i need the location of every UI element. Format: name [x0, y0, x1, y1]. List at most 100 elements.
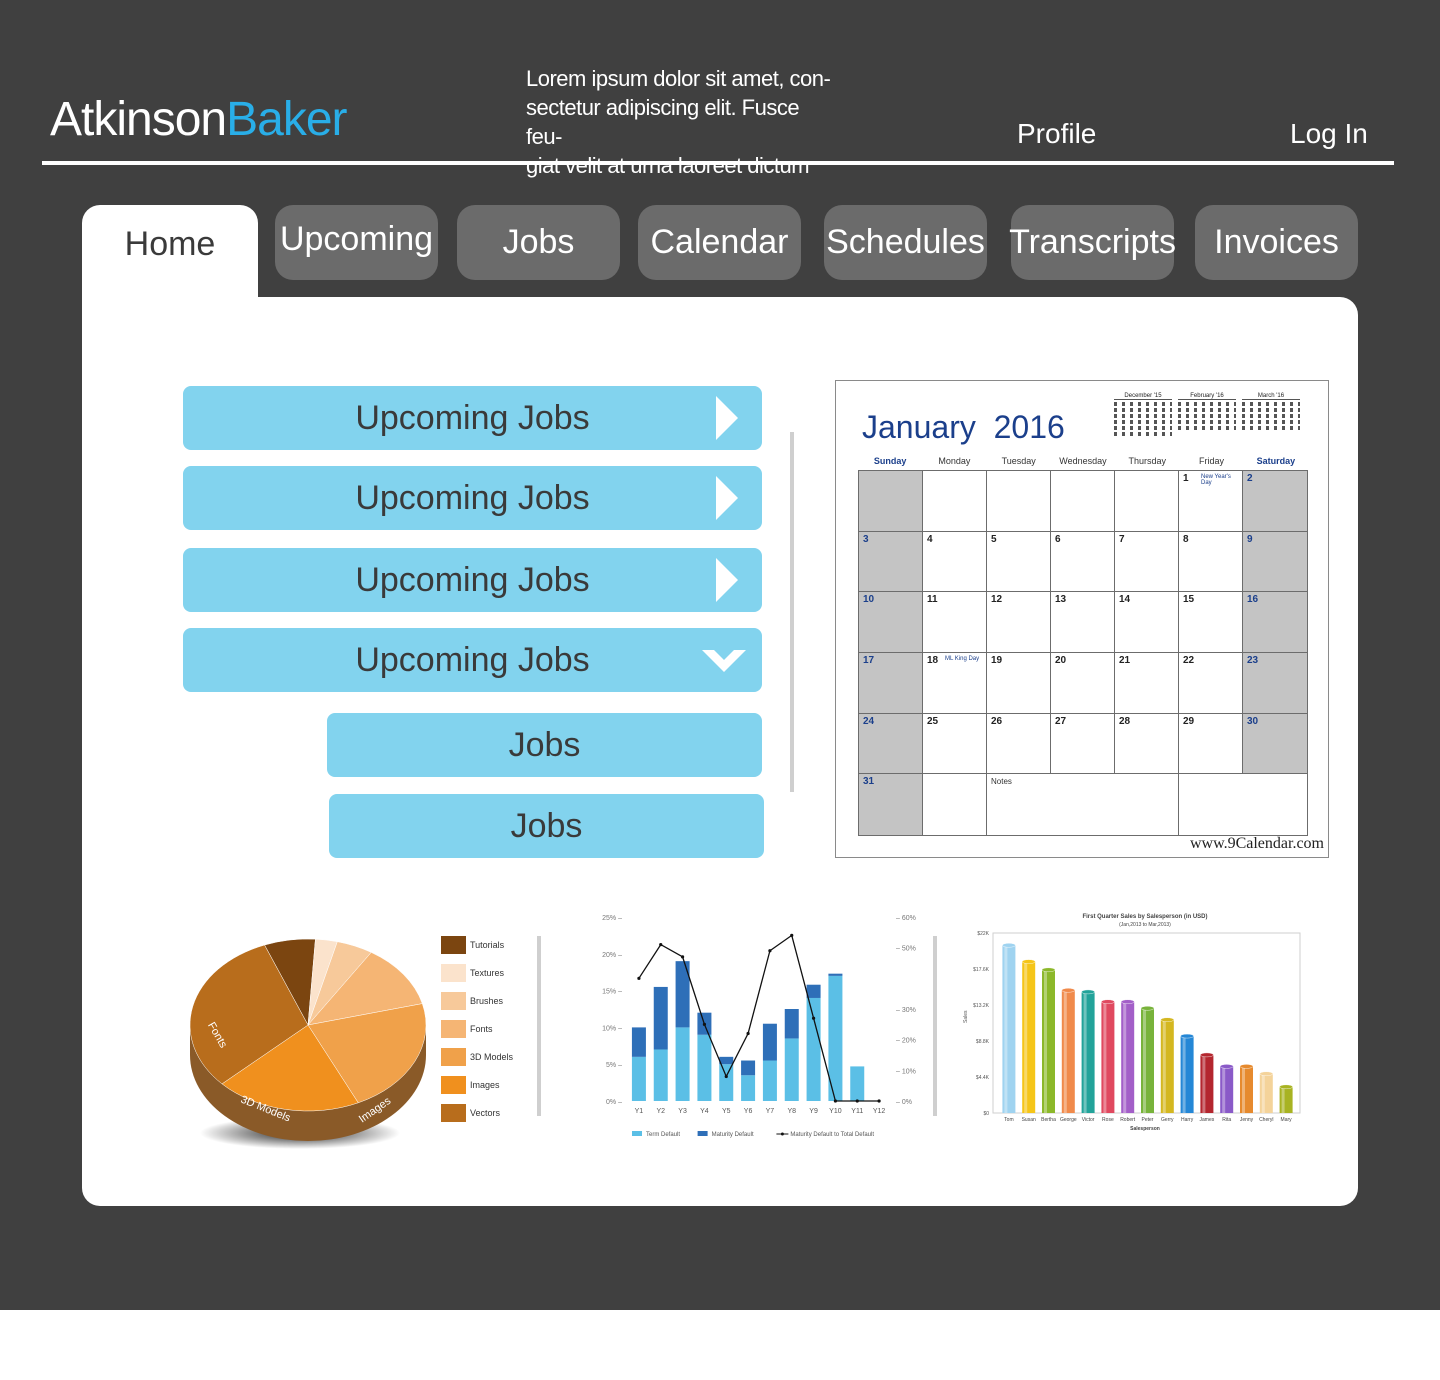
calendar-day-cell[interactable]: 16 — [1243, 592, 1307, 653]
calendar-day-cell[interactable]: 27 — [1051, 713, 1115, 775]
pie-legend-item: Vectors — [441, 1104, 500, 1122]
day-name: Sunday — [873, 456, 907, 466]
upcoming-jobs-item[interactable]: Upcoming Jobs — [183, 386, 762, 450]
bar-highlight — [1083, 991, 1087, 1113]
calendar-day-cell[interactable]: 3 — [859, 531, 923, 593]
mini-month-title: December '15 — [1114, 393, 1172, 400]
calendar-day-cell[interactable] — [923, 471, 987, 532]
day-number: 12 — [991, 594, 1003, 606]
line-point — [680, 955, 685, 959]
calendar-day-cell[interactable]: 30 — [1243, 713, 1307, 775]
divider — [933, 936, 937, 1116]
tab-calendar[interactable]: Calendar — [638, 205, 801, 280]
tab-home[interactable]: Home — [82, 205, 258, 305]
calendar-day-cell[interactable]: 24 — [859, 713, 923, 775]
y-tick-label: 15% – — [602, 989, 622, 996]
header-divider — [42, 161, 1394, 165]
tagline-line1: Lorem ipsum dolor sit amet, con- — [526, 66, 831, 91]
tab-schedules[interactable]: Schedules — [824, 205, 987, 280]
legend-label: Textures — [470, 968, 505, 978]
calendar-day-cell[interactable]: 12 — [987, 592, 1051, 653]
bar-term-default — [697, 1034, 712, 1101]
jobs-subitem[interactable]: Jobs — [329, 794, 764, 858]
calendar-day-cell[interactable] — [987, 471, 1051, 532]
calendar-day-cell[interactable]: 4 — [923, 531, 987, 593]
login-link[interactable]: Log In — [1290, 118, 1368, 150]
calendar-day-cell[interactable]: 23 — [1243, 653, 1307, 714]
calendar-day-cell[interactable]: 19 — [987, 653, 1051, 714]
subitem-label: Jobs — [508, 725, 581, 764]
calendar-day-cell[interactable]: 25 — [923, 713, 987, 775]
list-item-label: Upcoming Jobs — [355, 640, 590, 679]
calendar-day-cell[interactable] — [859, 471, 923, 532]
tagline-line3: giat velit at urna laoreet dictum — [526, 153, 810, 178]
line-point — [855, 1099, 859, 1103]
bar-maturity-default — [828, 973, 843, 976]
legend-swatch — [441, 1048, 466, 1066]
upcoming-jobs-item[interactable]: Upcoming Jobs — [183, 466, 762, 530]
calendar-day-cell[interactable]: 9 — [1243, 531, 1307, 593]
upcoming-jobs-item-expanded[interactable]: Upcoming Jobs — [183, 628, 762, 692]
upcoming-jobs-item[interactable]: Upcoming Jobs — [183, 548, 762, 612]
bar-cap — [1220, 1064, 1234, 1069]
calendar-day-cell[interactable]: 11 — [923, 592, 987, 653]
legend-swatch — [632, 1131, 642, 1136]
calendar-day-cell[interactable]: 1 New Year's Day — [1179, 471, 1243, 532]
calendar-widget[interactable]: January 2016 December '15 February '16 M… — [835, 380, 1329, 858]
calendar-day-cell[interactable]: 10 — [859, 592, 923, 653]
calendar-day-cell[interactable]: 8 — [1179, 531, 1243, 593]
x-tick-label: Y2 — [656, 1108, 665, 1115]
tab-transcripts[interactable]: Transcripts — [1009, 205, 1176, 280]
calendar-day-cell[interactable]: 22 — [1179, 653, 1243, 714]
calendar-day-cell[interactable]: 31 — [859, 774, 923, 835]
line-point — [659, 943, 663, 947]
calendar-day-cell[interactable]: 6 — [1051, 531, 1115, 593]
calendar-day-cell[interactable]: 20 — [1051, 653, 1115, 714]
sales-bar — [1002, 945, 1016, 1113]
legend-label: Vectors — [470, 1108, 501, 1118]
day-number: 30 — [1247, 715, 1259, 727]
list-scrollbar[interactable] — [790, 432, 794, 792]
logo[interactable]: AtkinsonBaker — [50, 92, 348, 147]
calendar-day-cell[interactable]: 5 — [987, 531, 1051, 593]
calendar-day-cell[interactable]: 13 — [1051, 592, 1115, 653]
tab-jobs[interactable]: Jobs — [457, 205, 620, 280]
day-number: 17 — [863, 655, 875, 666]
logo-part1: Atkinson — [50, 93, 227, 146]
tab-invoices[interactable]: Invoices — [1195, 205, 1358, 280]
calendar-day-cell[interactable]: 18 ML King Day — [923, 653, 987, 714]
y2-tick-label: – 60% — [896, 915, 916, 922]
tab-upcoming[interactable]: Upcoming — [275, 205, 438, 280]
sales-bar — [1061, 990, 1075, 1113]
pie-legend-item: Tutorials — [441, 936, 504, 954]
day-number: 15 — [1183, 594, 1195, 606]
calendar-day-cell[interactable]: 26 — [987, 713, 1051, 775]
day-name: Wednesday — [1059, 456, 1107, 466]
calendar-day-cell[interactable]: 7 — [1115, 531, 1179, 593]
y-tick-label: 10% – — [602, 1025, 622, 1032]
profile-link[interactable]: Profile — [1017, 118, 1096, 150]
day-number: 14 — [1119, 594, 1131, 606]
pie-legend-item: Images — [441, 1076, 500, 1094]
calendar-day-cell[interactable]: 15 — [1179, 592, 1243, 653]
calendar-day-cell[interactable] — [1051, 471, 1115, 532]
calendar-day-cell[interactable]: 28 — [1115, 713, 1179, 775]
calendar-day-cell[interactable]: 17 — [859, 653, 923, 714]
jobs-subitem[interactable]: Jobs — [327, 713, 762, 777]
calendar-day-cell[interactable]: 14 — [1115, 592, 1179, 653]
calendar-day-cell[interactable] — [923, 774, 987, 835]
calendar-notes[interactable]: Notes — [987, 774, 1179, 835]
day-number: 7 — [1119, 533, 1125, 545]
day-number: 26 — [991, 715, 1003, 727]
holiday-label: New Year's Day — [1201, 474, 1231, 486]
bar-cap — [1200, 1052, 1214, 1058]
calendar-day-cell[interactable]: 2 — [1243, 471, 1307, 532]
x-tick-label: James — [1200, 1117, 1215, 1123]
legend-swatch — [697, 1131, 708, 1136]
calendar-day-cell[interactable]: 29 — [1179, 713, 1243, 775]
calendar-day-cell[interactable]: 21 — [1115, 653, 1179, 714]
calendar-day-cell[interactable] — [1115, 471, 1179, 532]
day-number: 11 — [927, 594, 938, 606]
pie-legend-item: 3D Models — [441, 1048, 513, 1066]
subitem-label: Jobs — [510, 806, 583, 845]
